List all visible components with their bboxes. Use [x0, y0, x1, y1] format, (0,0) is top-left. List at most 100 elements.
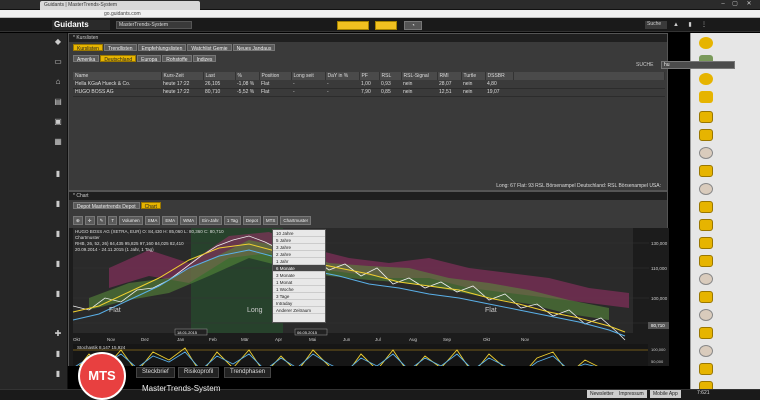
tab-steckbrief[interactable]: Steckbrief	[136, 367, 175, 378]
col-dssbr[interactable]: DSSBR	[485, 72, 514, 80]
bookmark-2-icon[interactable]: ▮	[52, 199, 64, 209]
col-rmi[interactable]: RMI	[437, 72, 462, 80]
dropdown-item[interactable]: 1 Jahr	[273, 258, 325, 265]
menu-icon[interactable]: ⋮	[700, 21, 708, 29]
col-long-seit[interactable]: Long seit	[291, 72, 326, 80]
col-kurs-zeit[interactable]: Kurs-Zeit	[161, 72, 204, 80]
bookmark-3-icon[interactable]: ▮	[52, 229, 64, 239]
header-yellow-button-2[interactable]	[375, 21, 397, 30]
home-icon[interactable]: ⌂	[52, 77, 64, 87]
col-rsl-signal[interactable]: RSL-Signal	[401, 72, 438, 80]
header-search[interactable]: Suche	[645, 21, 667, 29]
dropdown-item[interactable]: 5 Jahre	[273, 237, 325, 244]
note-3-icon[interactable]	[699, 165, 713, 177]
tab-kurslisten[interactable]: Kurslisten	[73, 44, 103, 52]
newsletter-link[interactable]: Newsletter	[587, 390, 617, 398]
tab-trendphasen[interactable]: Trendphasen	[224, 367, 272, 378]
avatar[interactable]	[699, 273, 713, 285]
col-rsl[interactable]: RSL	[379, 72, 402, 80]
chat-icon[interactable]: ▦	[52, 137, 64, 147]
location-icon[interactable]	[699, 37, 713, 49]
dropdown-item[interactable]: 1 Woche	[273, 286, 325, 293]
region-tab-indizes[interactable]: Indizes	[192, 55, 217, 63]
region-tab-europa[interactable]: Europa	[137, 55, 162, 63]
bookmark-icon[interactable]: ▮	[686, 21, 694, 29]
lightbulb-icon[interactable]	[699, 73, 713, 85]
watchlist-search-input[interactable]: hu	[661, 61, 735, 69]
note-1-icon[interactable]	[699, 111, 713, 123]
avatar[interactable]	[699, 345, 713, 357]
toolbar-sma[interactable]: SMA	[144, 216, 161, 225]
dropdown-item[interactable]: 2 Jahre	[273, 251, 325, 258]
note-9-icon[interactable]	[699, 327, 713, 339]
crosshair-icon[interactable]: ✛	[84, 216, 95, 225]
system-select[interactable]: MasterTrends-System	[116, 21, 192, 29]
dropdown-item-selected[interactable]: 6 Monate	[273, 265, 325, 272]
region-tab-amerika[interactable]: Amerika	[73, 55, 100, 63]
table-row[interactable]: HUGO BOSS AG heute 17:22 80,710 -5,52 % …	[73, 88, 665, 97]
col-pf[interactable]: PF	[359, 72, 380, 80]
dropdown-item[interactable]: 3 Monate	[273, 272, 325, 279]
bookmark-1-icon[interactable]: ▮	[52, 169, 64, 179]
bookmark-6-icon[interactable]: ▮	[52, 349, 64, 359]
tab-neues[interactable]: Neues Jandaus	[232, 44, 276, 52]
col-name[interactable]: Name	[73, 72, 162, 80]
notification-icon[interactable]: ▲	[672, 21, 680, 29]
note-5-icon[interactable]	[699, 219, 713, 231]
toolbar-wma[interactable]: WMA	[180, 216, 198, 225]
text-icon[interactable]: T	[108, 216, 118, 225]
minimize-icon[interactable]: –	[718, 1, 728, 8]
tab-empfehlungslisten[interactable]: Empfehlungslisten	[137, 44, 187, 52]
speedometer-icon[interactable]: ◔	[404, 21, 422, 30]
dropdown-item[interactable]: 1 Monat	[273, 279, 325, 286]
bookmark-7-icon[interactable]: ▮	[52, 369, 64, 379]
col-last[interactable]: Last	[203, 72, 236, 80]
region-tab-deutschland[interactable]: Deutschland	[100, 55, 137, 63]
cell-name[interactable]: Hella KGaA Hueck & Co.	[73, 80, 161, 89]
bookmark-4-icon[interactable]: ▮	[52, 259, 64, 269]
tab-depot[interactable]: Depot Mastertrends Depot	[73, 202, 140, 210]
avatar[interactable]	[699, 183, 713, 195]
mobile-app-link[interactable]: Mobile App	[650, 390, 681, 398]
note-6-icon[interactable]	[699, 237, 713, 249]
col-day-pct[interactable]: DaY in %	[325, 72, 360, 80]
timeframe-dropdown[interactable]: 10 Jahre 5 Jahre 3 Jahre 2 Jahre 1 Jahr …	[272, 229, 326, 323]
guidants-logo[interactable]: Guidants	[52, 20, 110, 30]
zoom-icon[interactable]: ⊕	[73, 216, 83, 225]
avatar[interactable]	[699, 309, 713, 321]
bookmark-5-icon[interactable]: ▮	[52, 289, 64, 299]
cell-name[interactable]: HUGO BOSS AG	[73, 88, 161, 97]
toolbar-ema[interactable]: EMA	[162, 216, 179, 225]
toolbar-volumen[interactable]: Volumen	[119, 216, 143, 225]
timeframe-select[interactable]: Ein-Jahr	[199, 216, 222, 225]
note-7-icon[interactable]	[699, 255, 713, 267]
table-row[interactable]: Hella KGaA Hueck & Co. heute 17:22 26,10…	[73, 80, 665, 89]
sidebar-logo-icon[interactable]: ◆	[52, 37, 64, 47]
tab-chart[interactable]: Chart	[140, 202, 161, 210]
document-icon[interactable]: ▤	[52, 97, 64, 107]
dropdown-item[interactable]: 10 Jahre	[273, 230, 325, 237]
col-position[interactable]: Position	[259, 72, 292, 80]
tab-watchlist[interactable]: Watchlist Gemie	[187, 44, 232, 52]
header-yellow-button-1[interactable]	[337, 21, 369, 30]
region-tab-rohstoffe[interactable]: Rohstoffe	[162, 55, 192, 63]
address-bar[interactable]: go.guidants.com	[0, 10, 760, 18]
browser-tab[interactable]: Guidants | MasterTrends-System	[40, 1, 200, 10]
toolbar-depot[interactable]: Depot	[242, 216, 261, 225]
note-2-icon[interactable]	[699, 129, 713, 141]
monitor-icon[interactable]: ▭	[52, 57, 64, 67]
maximize-icon[interactable]: ▢	[730, 1, 740, 8]
note-8-icon[interactable]	[699, 291, 713, 303]
avatar[interactable]	[699, 147, 713, 159]
close-icon[interactable]: ✕	[744, 1, 754, 8]
panel-toggle-icon[interactable]	[699, 91, 713, 103]
tab-trendlisten[interactable]: Trendlisten	[103, 44, 137, 52]
toolbar-chartmuster[interactable]: Chartmuster	[280, 216, 312, 225]
dropdown-item[interactable]: 3 Tage	[273, 293, 325, 300]
impressum-link[interactable]: Impressum	[616, 390, 647, 398]
briefcase-icon[interactable]: ▣	[52, 117, 64, 127]
note-4-icon[interactable]	[699, 201, 713, 213]
dropdown-item[interactable]: Intraday	[273, 300, 325, 307]
col-percent[interactable]: %	[235, 72, 260, 80]
draw-icon[interactable]: ✎	[96, 216, 107, 225]
